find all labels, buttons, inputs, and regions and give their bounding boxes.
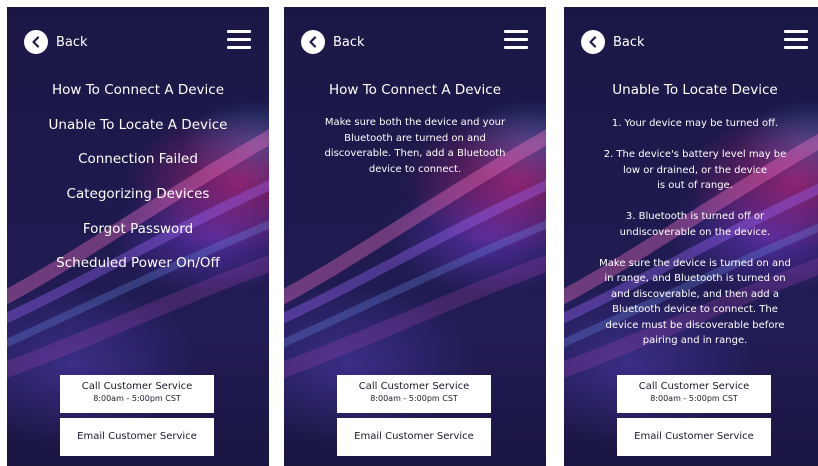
call-label: Call Customer Service [81,381,193,392]
email-label: Email Customer Service [634,431,754,442]
help-menu-screen: Back How To Connect A Device Unable To L… [7,7,269,466]
call-customer-service-button[interactable]: Call Customer Service 8:00am - 5:00pm CS… [337,375,491,413]
help-topic-list: How To Connect A Device Unable To Locate… [7,81,269,289]
reason-1: 1. Your device may be turned off. [611,118,779,129]
hamburger-menu-icon[interactable] [504,30,528,50]
back-label: Back [333,34,365,50]
menu-item-scheduled-power[interactable]: Scheduled Power On/Off [7,254,269,289]
hamburger-menu-icon[interactable] [784,30,808,50]
call-label: Call Customer Service [358,381,470,392]
back-label: Back [56,34,88,50]
chevron-left-icon [581,30,605,54]
email-customer-service-button[interactable]: Email Customer Service [60,418,214,456]
unable-to-locate-screen: Back Unable To Locate Device 1. Your dev… [564,7,818,466]
chevron-left-icon [24,30,48,54]
email-customer-service-button[interactable]: Email Customer Service [337,418,491,456]
email-label: Email Customer Service [77,431,197,442]
call-hours: 8:00am - 5:00pm CST [650,394,738,403]
back-label: Back [613,34,645,50]
menu-item-categorizing-devices[interactable]: Categorizing Devices [7,185,269,220]
email-label: Email Customer Service [354,431,474,442]
reason-3: 3. Bluetooth is turned off or undiscover… [619,211,771,238]
back-button[interactable]: Back [581,30,645,54]
call-customer-service-button[interactable]: Call Customer Service 8:00am - 5:00pm CS… [60,375,214,413]
menu-item-connection-failed[interactable]: Connection Failed [7,150,269,185]
back-button[interactable]: Back [301,30,365,54]
email-customer-service-button[interactable]: Email Customer Service [617,418,771,456]
call-hours: 8:00am - 5:00pm CST [93,394,181,403]
troubleshooting-text: 1. Your device may be turned off. 2. The… [580,116,810,364]
menu-item-how-to-connect[interactable]: How To Connect A Device [7,81,269,116]
how-to-connect-screen: Back How To Connect A Device Make sure b… [284,7,546,466]
chevron-left-icon [301,30,325,54]
page-title: Unable To Locate Device [612,82,778,98]
menu-item-unable-to-locate[interactable]: Unable To Locate A Device [7,116,269,151]
page-title: How To Connect A Device [328,82,502,98]
hamburger-menu-icon[interactable] [227,30,251,50]
instructions-text: Make sure both the device and your Bluet… [304,115,526,193]
call-label: Call Customer Service [638,381,750,392]
menu-item-forgot-password[interactable]: Forgot Password [7,220,269,255]
back-button[interactable]: Back [24,30,88,54]
instruction-paragraph: Make sure both the device and your Bluet… [324,117,506,175]
reason-2: 2. The device's battery level may be low… [603,149,787,191]
call-hours: 8:00am - 5:00pm CST [370,394,458,403]
resolution-text: Make sure the device is turned on and in… [599,257,791,347]
call-customer-service-button[interactable]: Call Customer Service 8:00am - 5:00pm CS… [617,375,771,413]
